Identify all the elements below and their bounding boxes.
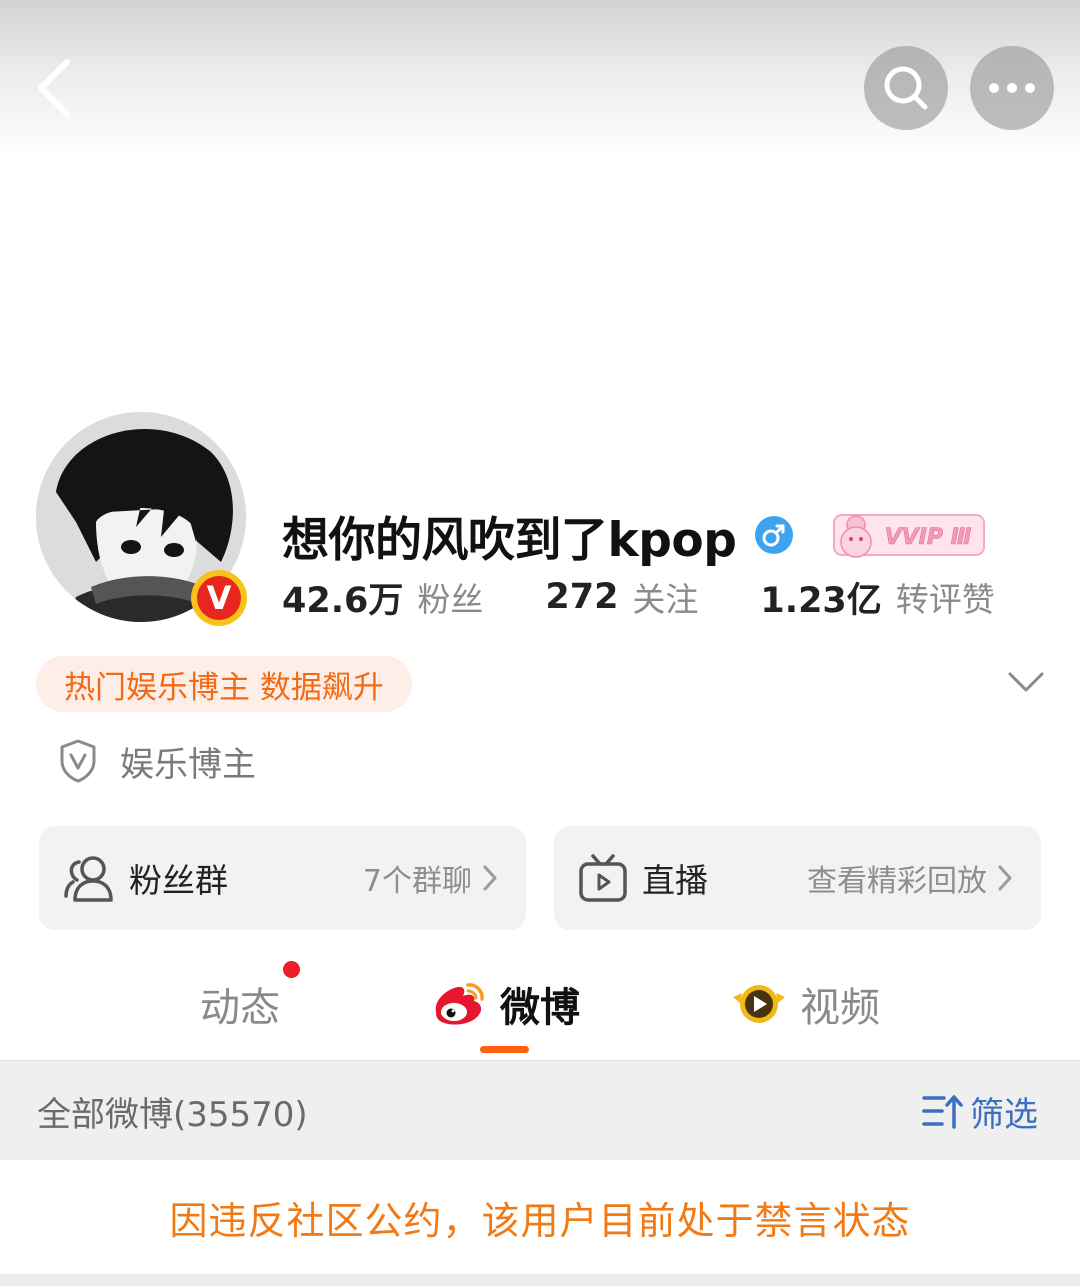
tab-video[interactable]: 视频 (730, 972, 880, 1036)
ban-notice: 因违反社区公约，该用户目前处于禁言状态 (169, 1198, 911, 1243)
profile-name-row: 想你的风吹到了kpop VVIP Ⅲ (282, 500, 986, 570)
hot-blogger-tag[interactable]: 热门娱乐博主 数据飙升 (36, 656, 412, 712)
active-tab-indicator (480, 1046, 529, 1053)
vip-badge[interactable]: VVIP Ⅲ (832, 509, 986, 561)
followers-count[interactable]: 42.6万 (282, 572, 403, 623)
shield-icon (60, 739, 96, 783)
interactions-count: 1.23亿 (760, 580, 882, 621)
verified-badge-letter: V (197, 576, 241, 620)
back-button[interactable] (30, 56, 80, 120)
filter-bar: 全部微博(35570) 筛选 (0, 1060, 1080, 1160)
filter-icon (922, 1095, 963, 1129)
tv-icon (579, 854, 627, 902)
tab-weibo[interactable]: 微博 (430, 972, 580, 1036)
more-dots-icon (989, 83, 1035, 93)
male-icon (755, 516, 794, 554)
all-posts-count: 全部微博(35570) (37, 1094, 308, 1135)
bottom-divider (0, 1274, 1080, 1286)
fans-group-card[interactable]: 粉丝群 7个群聊 (39, 826, 526, 930)
filter-button[interactable]: 筛选 (922, 1061, 1038, 1161)
interactions-label: 转评赞 (895, 580, 995, 619)
live-title: 直播 (642, 861, 708, 900)
following-label[interactable]: 关注 (632, 573, 698, 621)
filter-label: 筛选 (970, 1094, 1038, 1135)
chevron-right-icon (998, 865, 1012, 891)
group-icon (64, 856, 113, 902)
followers-label[interactable]: 粉丝 (417, 573, 483, 621)
chevron-down-icon[interactable] (1006, 666, 1046, 698)
tab-weibo-label: 微博 (500, 985, 580, 1031)
fans-group-count: 7个群聊 (362, 864, 472, 899)
fans-group-title: 粉丝群 (129, 861, 228, 900)
certification-row[interactable]: 娱乐博主 (58, 734, 256, 788)
profile-stats: 42.6万 粉丝 272 关注 1.23亿 转评赞 (282, 572, 995, 622)
notification-dot (283, 961, 300, 978)
live-replay-link: 查看精彩回放 (807, 864, 987, 899)
ban-notice-area: 因违反社区公约，该用户目前处于禁言状态 (0, 1160, 1080, 1274)
video-icon (733, 985, 785, 1023)
username: 想你的风吹到了kpop (282, 512, 737, 568)
more-button[interactable] (970, 46, 1054, 130)
vip-badge-label: VVIP Ⅲ (885, 525, 972, 550)
certification-label: 娱乐博主 (120, 744, 256, 785)
tab-dongtai[interactable]: 动态 (200, 972, 280, 1036)
live-card[interactable]: 直播 查看精彩回放 (554, 826, 1041, 930)
weibo-logo-icon (435, 983, 484, 1025)
tab-dongtai-label: 动态 (200, 985, 280, 1031)
following-count[interactable]: 272 (545, 577, 618, 617)
search-icon (884, 66, 928, 110)
verified-badge: V (191, 570, 247, 626)
chevron-right-icon (483, 865, 497, 891)
search-button[interactable] (864, 46, 948, 130)
chevron-left-icon (38, 59, 70, 117)
tab-video-label: 视频 (800, 985, 880, 1031)
